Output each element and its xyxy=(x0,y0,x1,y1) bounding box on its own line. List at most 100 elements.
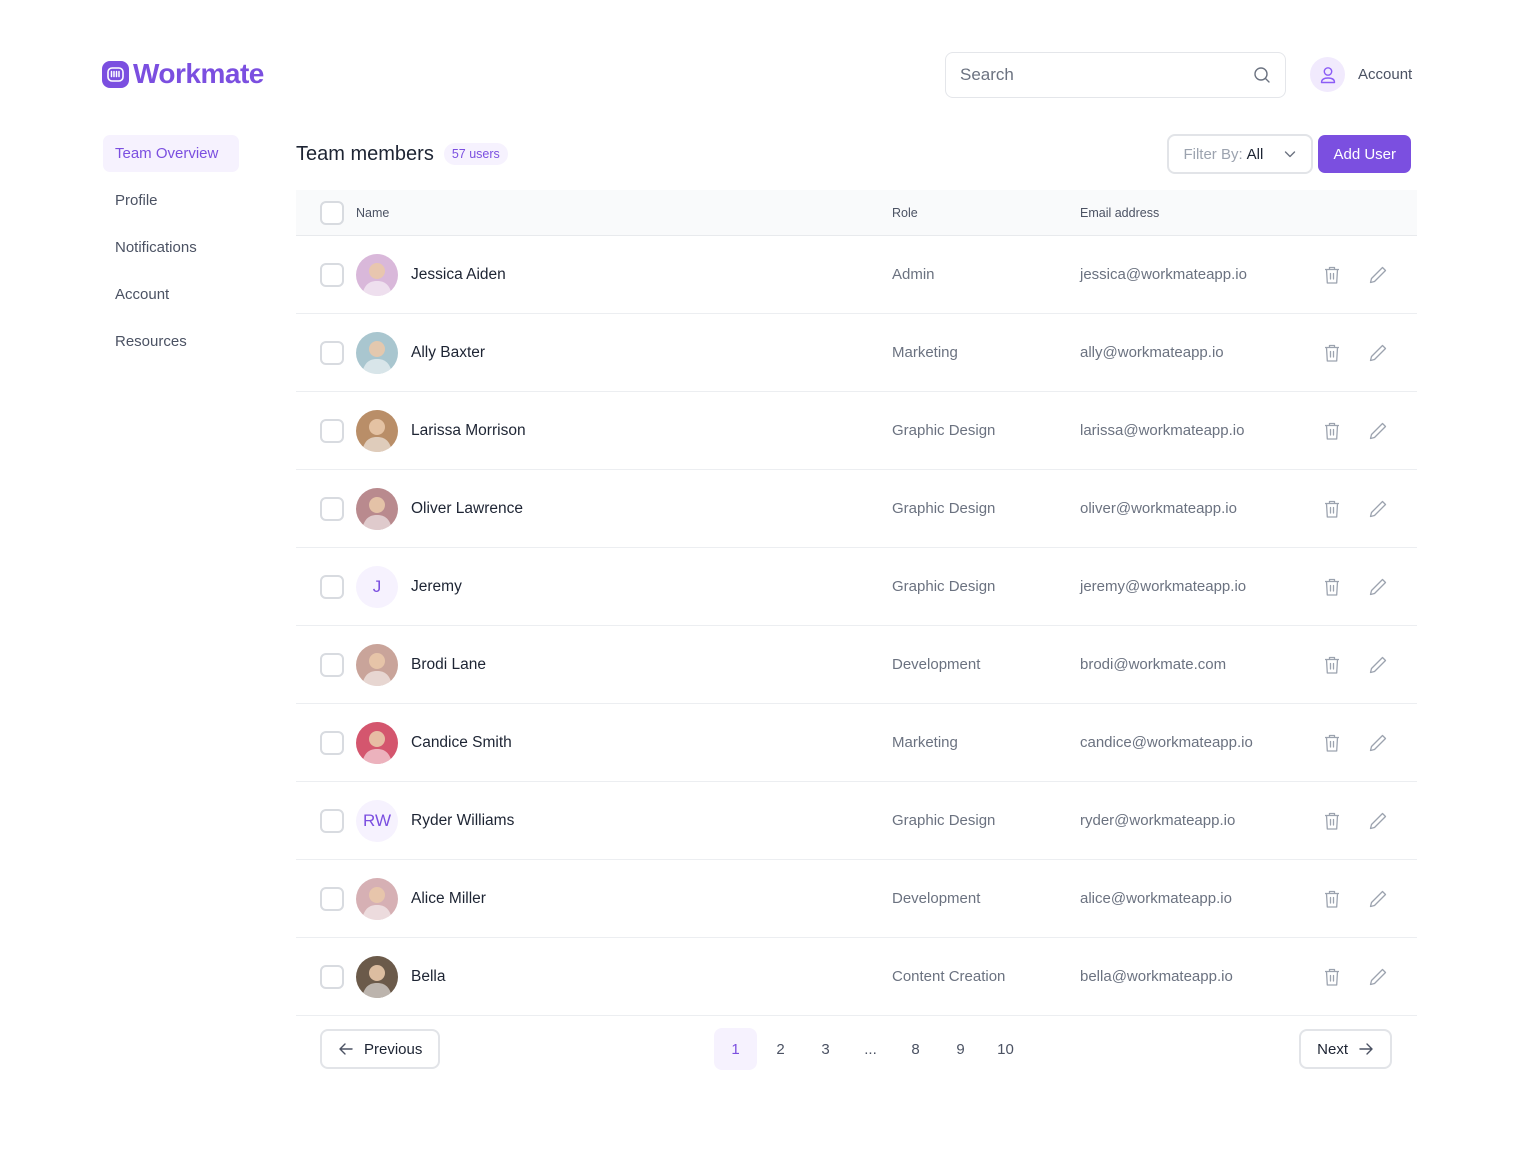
avatar xyxy=(356,253,398,296)
page-title: Team members xyxy=(296,142,434,165)
page-number[interactable]: 9 xyxy=(939,1028,982,1070)
page-number[interactable]: 8 xyxy=(894,1028,937,1070)
edit-pencil-icon[interactable] xyxy=(1367,654,1389,676)
row-checkbox[interactable] xyxy=(320,886,344,911)
avatar-initials: RW xyxy=(356,799,398,842)
member-name: Alice Miller xyxy=(411,889,486,907)
search-input[interactable] xyxy=(960,65,1253,85)
sidebar-item-profile[interactable]: Profile xyxy=(103,182,239,219)
trash-icon[interactable] xyxy=(1321,498,1343,520)
member-name: Jessica Aiden xyxy=(411,265,506,283)
add-user-button[interactable]: Add User xyxy=(1318,135,1411,173)
trash-icon[interactable] xyxy=(1321,576,1343,598)
trash-icon[interactable] xyxy=(1321,732,1343,754)
sidebar-item-team-overview[interactable]: Team Overview xyxy=(103,135,239,172)
member-name: Ryder Williams xyxy=(411,811,515,829)
sidebar-item-notifications[interactable]: Notifications xyxy=(103,229,239,266)
table-row[interactable]: Ally Baxter Marketing ally@workmateapp.i… xyxy=(296,314,1417,392)
table-row[interactable]: Larissa Morrison Graphic Design larissa@… xyxy=(296,392,1417,470)
member-role: Graphic Design xyxy=(892,500,996,517)
trash-icon[interactable] xyxy=(1321,264,1343,286)
table-row[interactable]: J Jeremy Graphic Design jeremy@workmatea… xyxy=(296,548,1417,626)
table-row[interactable]: Jessica Aiden Admin jessica@workmateapp.… xyxy=(296,236,1417,314)
member-email: larissa@workmateapp.io xyxy=(1080,422,1245,439)
avatar xyxy=(356,955,398,998)
row-checkbox[interactable] xyxy=(320,964,344,989)
table-row[interactable]: Candice Smith Marketing candice@workmate… xyxy=(296,704,1417,782)
sidebar-nav: Team Overview Profile Notifications Acco… xyxy=(103,135,239,370)
app-logo[interactable]: Workmate xyxy=(102,60,264,88)
top-bar: Workmate Account xyxy=(0,0,1536,120)
filter-value: All xyxy=(1246,145,1264,163)
row-checkbox[interactable] xyxy=(320,496,344,521)
trash-icon[interactable] xyxy=(1321,888,1343,910)
row-checkbox[interactable] xyxy=(320,262,344,287)
main-content: Team members 57 users Filter By: All Add… xyxy=(296,133,1417,1070)
row-checkbox[interactable] xyxy=(320,808,344,833)
previous-label: Previous xyxy=(364,1040,423,1058)
sidebar-item-resources[interactable]: Resources xyxy=(103,323,239,360)
page-number[interactable]: 10 xyxy=(984,1028,1027,1070)
trash-icon[interactable] xyxy=(1321,420,1343,442)
edit-pencil-icon[interactable] xyxy=(1367,498,1389,520)
member-name: Oliver Lawrence xyxy=(411,499,523,517)
search-icon[interactable] xyxy=(1253,66,1271,84)
member-email: brodi@workmate.com xyxy=(1080,656,1227,673)
column-header-email[interactable]: Email address xyxy=(1080,206,1159,220)
edit-pencil-icon[interactable] xyxy=(1367,966,1389,988)
page-ellipsis: ... xyxy=(864,1040,877,1058)
table-row[interactable]: Alice Miller Development alice@workmatea… xyxy=(296,860,1417,938)
row-checkbox[interactable] xyxy=(320,652,344,677)
chevron-down-icon xyxy=(1283,147,1297,161)
edit-pencil-icon[interactable] xyxy=(1367,342,1389,364)
column-header-role[interactable]: Role xyxy=(892,206,918,220)
member-role: Graphic Design xyxy=(892,812,996,829)
table-row[interactable]: Oliver Lawrence Graphic Design oliver@wo… xyxy=(296,470,1417,548)
trash-icon[interactable] xyxy=(1321,966,1343,988)
table-header: Name Role Email address xyxy=(296,190,1417,236)
trash-icon[interactable] xyxy=(1321,342,1343,364)
row-checkbox[interactable] xyxy=(320,418,344,443)
avatar xyxy=(356,643,398,686)
account-menu[interactable]: Account xyxy=(1310,57,1412,92)
member-role: Marketing xyxy=(892,734,958,751)
row-checkbox[interactable] xyxy=(320,340,344,365)
member-email: ryder@workmateapp.io xyxy=(1080,812,1236,829)
search-box[interactable] xyxy=(945,52,1286,98)
edit-pencil-icon[interactable] xyxy=(1367,420,1389,442)
column-header-name[interactable]: Name xyxy=(356,206,389,220)
edit-pencil-icon[interactable] xyxy=(1367,576,1389,598)
filter-dropdown[interactable]: Filter By: All xyxy=(1167,134,1314,174)
member-role: Content Creation xyxy=(892,968,1006,985)
member-role: Development xyxy=(892,656,981,673)
member-role: Graphic Design xyxy=(892,422,996,439)
next-page-button[interactable]: Next xyxy=(1299,1029,1392,1069)
page-number[interactable]: 3 xyxy=(804,1028,847,1070)
sidebar-item-account[interactable]: Account xyxy=(103,276,239,313)
edit-pencil-icon[interactable] xyxy=(1367,888,1389,910)
member-name: Ally Baxter xyxy=(411,343,486,361)
table-row[interactable]: RW Ryder Williams Graphic Design ryder@w… xyxy=(296,782,1417,860)
previous-page-button[interactable]: Previous xyxy=(320,1029,441,1069)
avatar xyxy=(356,409,398,452)
page-number[interactable]: 1 xyxy=(714,1028,757,1070)
header-actions: Filter By: All Add User xyxy=(1167,134,1411,174)
row-checkbox[interactable] xyxy=(320,730,344,755)
avatar xyxy=(356,721,398,764)
user-icon xyxy=(1310,57,1345,92)
table-body: Jessica Aiden Admin jessica@workmateapp.… xyxy=(296,236,1417,1016)
row-checkbox[interactable] xyxy=(320,574,344,599)
member-role: Admin xyxy=(892,266,935,283)
filter-label: Filter By: xyxy=(1183,145,1243,163)
table-row[interactable]: Bella Content Creation bella@workmateapp… xyxy=(296,938,1417,1016)
trash-icon[interactable] xyxy=(1321,654,1343,676)
table-row[interactable]: Brodi Lane Development brodi@workmate.co… xyxy=(296,626,1417,704)
edit-pencil-icon[interactable] xyxy=(1367,264,1389,286)
select-all-checkbox[interactable] xyxy=(320,200,344,225)
member-role: Marketing xyxy=(892,344,958,361)
edit-pencil-icon[interactable] xyxy=(1367,732,1389,754)
trash-icon[interactable] xyxy=(1321,810,1343,832)
page-number[interactable]: 2 xyxy=(759,1028,802,1070)
member-email: jeremy@workmateapp.io xyxy=(1080,578,1247,595)
edit-pencil-icon[interactable] xyxy=(1367,810,1389,832)
